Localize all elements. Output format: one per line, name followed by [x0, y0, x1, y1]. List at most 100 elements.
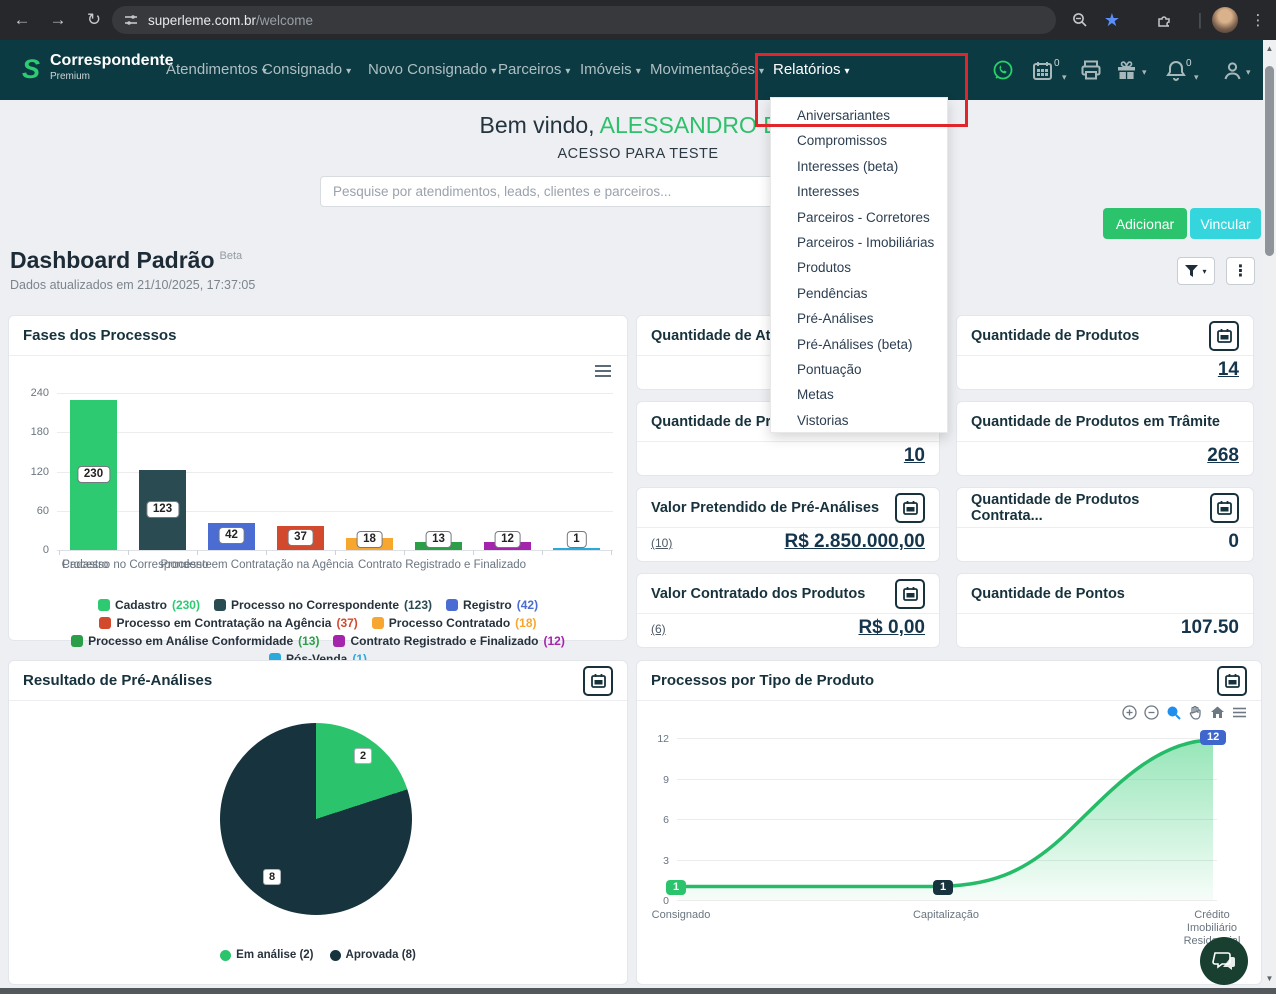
- nav-novo-consignado[interactable]: Novo Consignado ▾: [368, 40, 496, 100]
- bar-5[interactable]: 13: [404, 393, 473, 550]
- address-bar[interactable]: superleme.com.br/welcome: [112, 6, 1056, 34]
- legend-item[interactable]: Contrato Registrado e Finalizado (12): [333, 634, 565, 648]
- calendar-filter-button[interactable]: [1209, 320, 1239, 351]
- vincular-button[interactable]: Vincular: [1190, 208, 1261, 239]
- whatsapp-icon[interactable]: [992, 54, 1014, 86]
- dropdown-item-pr-an-lises[interactable]: Pré-Análises: [771, 306, 947, 331]
- bookmark-star-icon[interactable]: ★: [1098, 0, 1126, 40]
- dropdown-item-metas[interactable]: Metas: [771, 382, 947, 407]
- selection-zoom-icon[interactable]: [1166, 705, 1181, 720]
- browser-forward-icon[interactable]: →: [44, 0, 72, 40]
- pie-chart[interactable]: [220, 723, 412, 915]
- home-reset-icon[interactable]: [1210, 705, 1225, 720]
- superleme-logo[interactable]: S: [18, 54, 44, 84]
- bar-1[interactable]: 123: [128, 393, 197, 550]
- card-valor-pretendido: Valor Pretendido de Pré-Análises (10) R$…: [636, 487, 940, 562]
- nav-imoveis[interactable]: Imóveis ▾: [580, 40, 641, 100]
- chart-menu-icon[interactable]: [1232, 705, 1247, 720]
- card-value-link[interactable]: R$ 0,00: [858, 617, 925, 639]
- calendar-filter-button[interactable]: [583, 665, 613, 696]
- dropdown-item-produtos[interactable]: Produtos: [771, 255, 947, 280]
- bar-7[interactable]: 1: [542, 393, 611, 550]
- legend-marker: [220, 949, 232, 961]
- card-value-link[interactable]: 268: [1207, 445, 1239, 467]
- card-title: Resultado de Pré-Análises: [23, 672, 213, 689]
- chat-fab-button[interactable]: [1200, 937, 1248, 985]
- dropdown-item-parceiros-imobili-rias[interactable]: Parceiros - Imobiliárias: [771, 230, 947, 255]
- pie-chart-legend: Em análise (2) Aprovada (8): [9, 949, 627, 961]
- app-navbar: S Correspondente Premium Atendimentos ▾ C…: [0, 40, 1276, 100]
- legend-item[interactable]: Processo no Correspondente (123): [213, 598, 432, 612]
- card-quantidade-pontos: Quantidade de Pontos 107.50: [956, 573, 1254, 648]
- calendar-icon[interactable]: [1032, 54, 1053, 86]
- pan-hand-icon[interactable]: [1188, 705, 1203, 720]
- browser-back-icon[interactable]: ←: [8, 0, 36, 40]
- y-axis-tick: 9: [663, 773, 669, 786]
- calendar-filter-button[interactable]: [1217, 665, 1247, 696]
- legend-item[interactable]: Processo Contratado (18): [371, 616, 537, 630]
- y-axis-tick: 12: [657, 733, 669, 745]
- user-icon[interactable]: [1222, 54, 1243, 86]
- zoom-in-icon[interactable]: [1122, 705, 1137, 720]
- card-value-link[interactable]: R$ 2.850.000,00: [784, 531, 925, 553]
- chevron-down-icon: ▾: [1194, 72, 1199, 82]
- printer-icon[interactable]: [1080, 54, 1102, 86]
- bar-6[interactable]: 12: [473, 393, 542, 550]
- legend-item[interactable]: Cadastro (230): [97, 598, 200, 612]
- browser-menu-icon[interactable]: ⋮: [1244, 0, 1272, 40]
- dropdown-item-pend-ncias[interactable]: Pendências: [771, 281, 947, 306]
- adicionar-button[interactable]: Adicionar: [1103, 208, 1187, 239]
- annotation-highlight-box: [755, 53, 968, 127]
- bar-value-label: 12: [494, 531, 521, 548]
- filter-button[interactable]: ▾: [1177, 257, 1215, 285]
- bar-2[interactable]: 42: [197, 393, 266, 550]
- bar-3[interactable]: 37: [266, 393, 335, 550]
- chart-menu-icon[interactable]: [595, 362, 611, 380]
- legend-item[interactable]: Registro (42): [446, 598, 538, 612]
- dropdown-item-vistorias[interactable]: Vistorias: [771, 408, 947, 433]
- chevron-down-icon: ▾: [1202, 266, 1207, 276]
- more-options-button[interactable]: ⋮: [1226, 257, 1255, 285]
- search-input[interactable]: [320, 176, 832, 207]
- browser-reload-icon[interactable]: ↻: [80, 0, 108, 40]
- site-settings-icon[interactable]: [124, 13, 138, 27]
- dropdown-item-interesses[interactable]: Interesses: [771, 179, 947, 204]
- brand-name: Correspondente: [50, 52, 174, 69]
- dropdown-item-pontua-o[interactable]: Pontuação: [771, 357, 947, 382]
- scroll-down-icon[interactable]: ▼: [1263, 974, 1276, 983]
- calendar-filter-button[interactable]: [1209, 492, 1239, 523]
- scrollbar-thumb[interactable]: [1265, 66, 1274, 256]
- dropdown-item-interesses-beta-[interactable]: Interesses (beta): [771, 154, 947, 179]
- dropdown-item-compromissos[interactable]: Compromissos: [771, 128, 947, 153]
- card-count-link[interactable]: (10): [651, 536, 672, 550]
- legend-item[interactable]: Em análise (2): [220, 949, 314, 961]
- dropdown-item-pr-an-lises-beta-[interactable]: Pré-Análises (beta): [771, 332, 947, 357]
- zoom-indicator-icon[interactable]: [1066, 0, 1094, 40]
- card-value-link[interactable]: 14: [1218, 359, 1239, 381]
- bar-4[interactable]: 18: [335, 393, 404, 550]
- legend-marker: [446, 599, 459, 611]
- calendar-badge: 0: [1054, 58, 1060, 69]
- page-scrollbar[interactable]: ▲ ▼: [1263, 40, 1276, 988]
- zoom-out-icon[interactable]: [1144, 705, 1159, 720]
- bar-0[interactable]: 230: [59, 393, 128, 550]
- legend-item[interactable]: Processo em Contratação na Agência (37): [99, 616, 358, 630]
- dropdown-item-parceiros-corretores[interactable]: Parceiros - Corretores: [771, 205, 947, 230]
- browser-profile-avatar[interactable]: [1212, 7, 1238, 33]
- extensions-icon[interactable]: [1150, 0, 1178, 40]
- legend-item[interactable]: Aprovada (8): [329, 949, 416, 961]
- calendar-filter-button[interactable]: [895, 578, 925, 609]
- legend-item[interactable]: Processo em Análise Conformidade (13): [71, 634, 319, 648]
- nav-parceiros[interactable]: Parceiros ▾: [498, 40, 570, 100]
- bell-icon[interactable]: [1166, 54, 1186, 86]
- nav-consignado[interactable]: Consignado ▾: [262, 40, 351, 100]
- card-value-link[interactable]: 10: [904, 445, 925, 467]
- nav-movimentacoes[interactable]: Movimentações ▾: [650, 40, 764, 100]
- card-value: 107.50: [1180, 617, 1239, 638]
- chat-bubbles-icon: [1212, 952, 1235, 970]
- calendar-filter-button[interactable]: [895, 492, 925, 523]
- scroll-up-icon[interactable]: ▲: [1263, 44, 1276, 53]
- gift-icon[interactable]: [1116, 54, 1137, 86]
- card-count-link[interactable]: (6): [651, 622, 666, 636]
- nav-atendimentos[interactable]: Atendimentos ▾: [166, 40, 267, 100]
